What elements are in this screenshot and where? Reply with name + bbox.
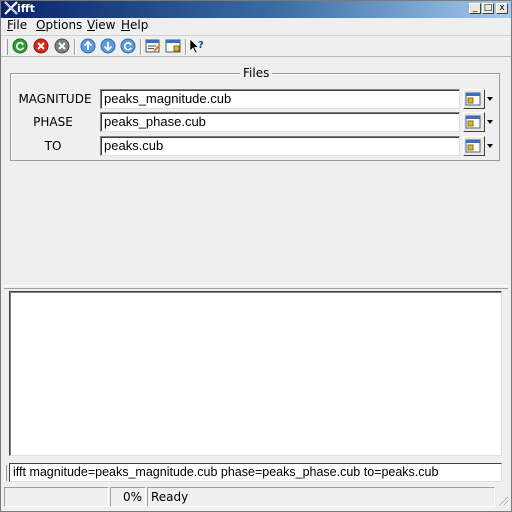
toolbar [1, 35, 511, 57]
app-logo-icon [4, 1, 18, 15]
progress-indicator: 0% [110, 487, 146, 507]
title-bar[interactable] [1, 1, 511, 18]
menu-bar: File Options View Help [1, 18, 511, 34]
magnitude-browse-button[interactable] [463, 89, 485, 109]
menu-file[interactable]: File [7, 18, 27, 34]
toolbar-separator [185, 39, 187, 55]
menu-view[interactable]: View [87, 18, 115, 34]
magnitude-label: MAGNITUDE [18, 92, 92, 106]
status-cell-blank [4, 487, 109, 507]
display-log-icon[interactable] [165, 38, 181, 54]
file-browse-icon [465, 92, 481, 106]
phase-browse-button[interactable] [463, 112, 485, 132]
exit-icon[interactable] [54, 38, 70, 54]
previous-history-icon[interactable] [80, 38, 96, 54]
save-parameters-icon[interactable] [145, 38, 161, 54]
chevron-down-icon [487, 97, 493, 101]
next-history-icon[interactable] [100, 38, 116, 54]
status-message: Ready [147, 487, 495, 507]
phase-label: PHASE [33, 115, 73, 129]
magnitude-dropdown-arrow[interactable] [486, 89, 494, 109]
files-group-title: Files [240, 66, 273, 80]
whats-this-icon[interactable]: ? [189, 38, 205, 54]
to-dropdown-arrow[interactable] [486, 136, 494, 156]
stop-icon[interactable] [33, 38, 49, 54]
toolbar-separator [74, 39, 76, 55]
panel-splitter[interactable] [4, 285, 508, 289]
command-line-grip[interactable] [4, 465, 7, 481]
minimize-button[interactable]: _ [469, 3, 481, 14]
log-output-area[interactable] [9, 291, 502, 456]
file-browse-icon [465, 139, 481, 153]
chevron-down-icon [487, 144, 493, 148]
reset-icon[interactable] [120, 38, 136, 54]
magnitude-input[interactable]: peaks_magnitude.cub [100, 89, 460, 109]
phase-input[interactable]: peaks_phase.cub [100, 112, 460, 132]
phase-dropdown-arrow[interactable] [486, 112, 494, 132]
file-browse-icon [465, 115, 481, 129]
close-button[interactable]: x [496, 3, 508, 14]
to-label: TO [44, 139, 62, 153]
svg-text:?: ? [198, 40, 204, 51]
toolbar-separator [140, 39, 142, 55]
to-input[interactable]: peaks.cub [100, 136, 460, 156]
command-line-field[interactable]: ifft magnitude=peaks_magnitude.cub phase… [9, 463, 502, 482]
toolbar-grip[interactable] [5, 39, 8, 55]
chevron-down-icon [487, 120, 493, 124]
window-title: ifft [17, 2, 35, 15]
menu-help[interactable]: Help [121, 18, 148, 34]
resize-grip-icon[interactable] [497, 494, 509, 506]
menu-options[interactable]: Options [36, 18, 82, 34]
run-icon[interactable] [12, 38, 28, 54]
maximize-button[interactable]: □ [482, 3, 494, 14]
to-browse-button[interactable] [463, 136, 485, 156]
